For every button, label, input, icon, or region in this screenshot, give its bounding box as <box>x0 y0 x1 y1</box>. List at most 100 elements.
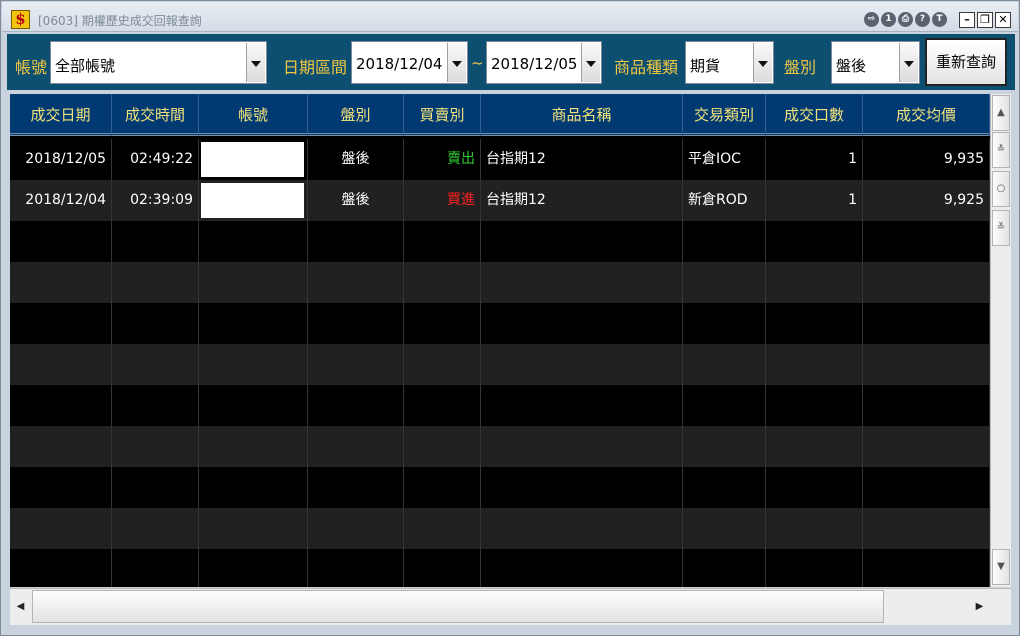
cell-trade-time: 02:49:22 <box>112 139 199 180</box>
info-icon[interactable]: 1 <box>881 12 896 27</box>
account-select[interactable]: 全部帳號 <box>50 41 267 84</box>
cell-trade-date <box>10 508 112 549</box>
cell-trade-type: 新倉ROD <box>683 180 766 221</box>
scroll-up-icon[interactable]: ▲ <box>992 95 1010 131</box>
session-label: 盤別 <box>784 58 817 77</box>
cell-trade-date <box>10 467 112 508</box>
column-header-session[interactable]: 盤別 <box>308 94 404 136</box>
product-type-select[interactable]: 期貨 <box>685 41 774 84</box>
cell-account <box>199 426 308 467</box>
cell-product <box>481 221 683 262</box>
table-row[interactable]: 2018/12/04 02:39:09 盤後 買進 台指期12 新倉ROD 1 9,925 <box>10 180 990 221</box>
cell-side <box>404 467 481 508</box>
chevron-down-icon[interactable] <box>753 43 772 82</box>
trade-grid: 成交日期 成交時間 帳號 盤別 買賣別 商品名稱 交易類別 成交口數 成交均價 … <box>10 94 990 587</box>
cell-quantity: 1 <box>766 139 863 180</box>
date-from-value: 2018/12/04 <box>356 55 443 73</box>
cell-avg-price <box>863 385 990 426</box>
cell-product <box>481 262 683 303</box>
chevron-down-icon[interactable] <box>581 43 600 82</box>
account-label: 帳號 <box>15 58 48 77</box>
cell-quantity: 1 <box>766 180 863 221</box>
cell-session <box>308 467 404 508</box>
column-header-trade-type[interactable]: 交易類別 <box>683 94 766 136</box>
cell-quantity <box>766 467 863 508</box>
cell-trade-type <box>683 221 766 262</box>
column-header-side[interactable]: 買賣別 <box>404 94 481 136</box>
column-header-quantity[interactable]: 成交口數 <box>766 94 863 136</box>
cell-avg-price: 9,935 <box>863 139 990 180</box>
cell-side <box>404 262 481 303</box>
empty-row <box>10 426 990 467</box>
cell-side <box>404 549 481 587</box>
export-icon[interactable]: ⇨ <box>864 12 879 27</box>
cell-account <box>199 139 308 180</box>
print-icon[interactable]: ⎙ <box>898 12 913 27</box>
page-down-icon[interactable]: ≚ <box>992 210 1010 246</box>
date-range-label: 日期區間 <box>283 58 348 77</box>
cell-quantity <box>766 262 863 303</box>
empty-row <box>10 385 990 426</box>
column-header-avg-price[interactable]: 成交均價 <box>863 94 990 136</box>
column-header-trade-time[interactable]: 成交時間 <box>112 94 199 136</box>
chevron-down-icon[interactable] <box>246 43 265 82</box>
page-up-icon[interactable]: ≛ <box>992 132 1010 168</box>
session-select[interactable]: 盤後 <box>831 41 920 84</box>
minimize-button[interactable]: – <box>959 12 975 28</box>
cell-trade-time <box>112 508 199 549</box>
cell-trade-type <box>683 303 766 344</box>
cell-quantity <box>766 426 863 467</box>
cell-session: 盤後 <box>308 139 404 180</box>
horizontal-scroll-thumb[interactable] <box>32 590 884 623</box>
column-header-account[interactable]: 帳號 <box>199 94 308 136</box>
cell-product <box>481 508 683 549</box>
column-header-product[interactable]: 商品名稱 <box>481 94 683 136</box>
vertical-scrollbar[interactable]: ▲ ≛ ○ ≚ ▼ <box>990 94 1011 587</box>
account-select-value: 全部帳號 <box>55 57 116 75</box>
cell-quantity <box>766 385 863 426</box>
cell-session <box>308 221 404 262</box>
close-button[interactable]: ✕ <box>995 12 1011 28</box>
cell-trade-type <box>683 549 766 587</box>
cell-quantity <box>766 508 863 549</box>
topmost-icon[interactable]: T <box>932 12 947 27</box>
cell-trade-type <box>683 262 766 303</box>
cell-session <box>308 262 404 303</box>
cell-trade-date <box>10 426 112 467</box>
cell-product: 台指期12 <box>481 139 683 180</box>
cell-account <box>199 508 308 549</box>
cell-session <box>308 549 404 587</box>
cell-side <box>404 385 481 426</box>
cell-side <box>404 303 481 344</box>
date-to-picker[interactable]: 2018/12/05 <box>486 41 602 84</box>
cell-account <box>199 180 308 221</box>
chevron-down-icon[interactable] <box>899 43 918 82</box>
cell-session <box>308 426 404 467</box>
cell-trade-date <box>10 221 112 262</box>
cell-avg-price <box>863 262 990 303</box>
empty-row <box>10 303 990 344</box>
requery-button[interactable]: 重新查詢 <box>925 38 1007 86</box>
cell-avg-price <box>863 221 990 262</box>
help-icon[interactable]: ? <box>915 12 930 27</box>
cell-account <box>199 303 308 344</box>
scroll-down-icon[interactable]: ▼ <box>992 549 1010 585</box>
chevron-down-icon[interactable] <box>447 43 466 82</box>
cell-product <box>481 467 683 508</box>
scroll-left-icon[interactable]: ◀ <box>10 589 31 625</box>
cell-trade-date <box>10 385 112 426</box>
cell-session <box>308 344 404 385</box>
date-from-picker[interactable]: 2018/12/04 <box>351 41 468 84</box>
cell-trade-type: 平倉IOC <box>683 139 766 180</box>
cell-trade-time <box>112 262 199 303</box>
horizontal-scrollbar[interactable]: ◀ ▶ <box>10 588 1011 625</box>
scroll-thumb[interactable]: ○ <box>992 171 1010 207</box>
cell-trade-time <box>112 221 199 262</box>
scroll-right-icon[interactable]: ▶ <box>969 589 990 625</box>
column-header-trade-date[interactable]: 成交日期 <box>10 94 112 136</box>
cell-avg-price <box>863 467 990 508</box>
table-row[interactable]: 2018/12/05 02:49:22 盤後 賣出 台指期12 平倉IOC 1 9,935 <box>10 139 990 180</box>
cell-trade-type <box>683 508 766 549</box>
cell-quantity <box>766 549 863 587</box>
maximize-button[interactable]: ❐ <box>977 12 993 28</box>
